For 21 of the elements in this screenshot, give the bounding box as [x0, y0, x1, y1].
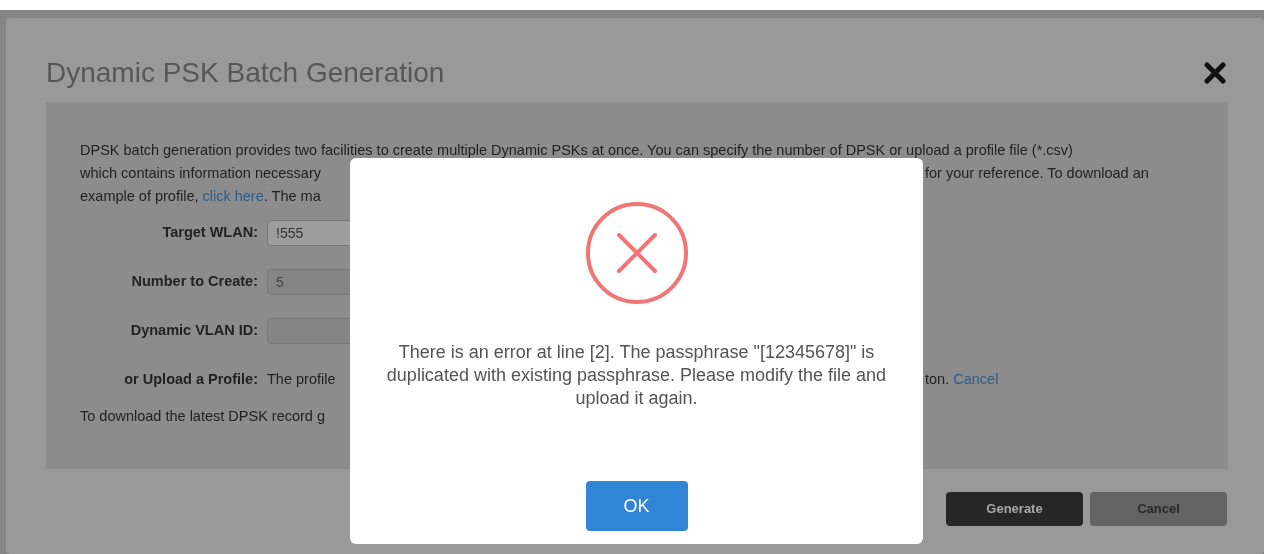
- description-text: DPSK batch generation provides two facilities to create multiple Dynamic PSKs at once. You can specify the number of DPSK or upload a profile file (*.csv): [80, 141, 1073, 158]
- description-text: ton.: [925, 370, 951, 387]
- field-label: or Upload a Profile:: [123, 369, 258, 389]
- dialog-title: Dynamic PSK Batch Generation: [46, 56, 445, 90]
- field-label: Dynamic VLAN ID:: [129, 321, 258, 341]
- description-text: . The ma: [263, 187, 321, 204]
- generate-button[interactable]: Generate: [946, 492, 1083, 526]
- description-text: The profile: [267, 369, 336, 389]
- description-text: for your reference. To download an: [925, 164, 1149, 181]
- close-icon[interactable]: [1204, 62, 1226, 84]
- field-label: Number to Create:: [130, 272, 258, 292]
- description-text: example of profile,: [80, 187, 200, 204]
- error-message: There is an error at line [2]. The passphrase "[12345678]" is duplicated with existing passphrase. Please modify the file and upload it again.: [385, 341, 888, 410]
- download-note: To download the latest DPSK record g: [80, 408, 326, 424]
- cancel-button[interactable]: Cancel: [1090, 492, 1227, 526]
- description-text: which contains information necessary: [80, 164, 321, 181]
- link[interactable]: Cancel: [953, 370, 999, 387]
- field-label: Target WLAN:: [161, 223, 258, 243]
- link[interactable]: click here: [202, 187, 264, 204]
- ok-button[interactable]: OK: [585, 481, 688, 531]
- error-x-icon: [585, 202, 688, 304]
